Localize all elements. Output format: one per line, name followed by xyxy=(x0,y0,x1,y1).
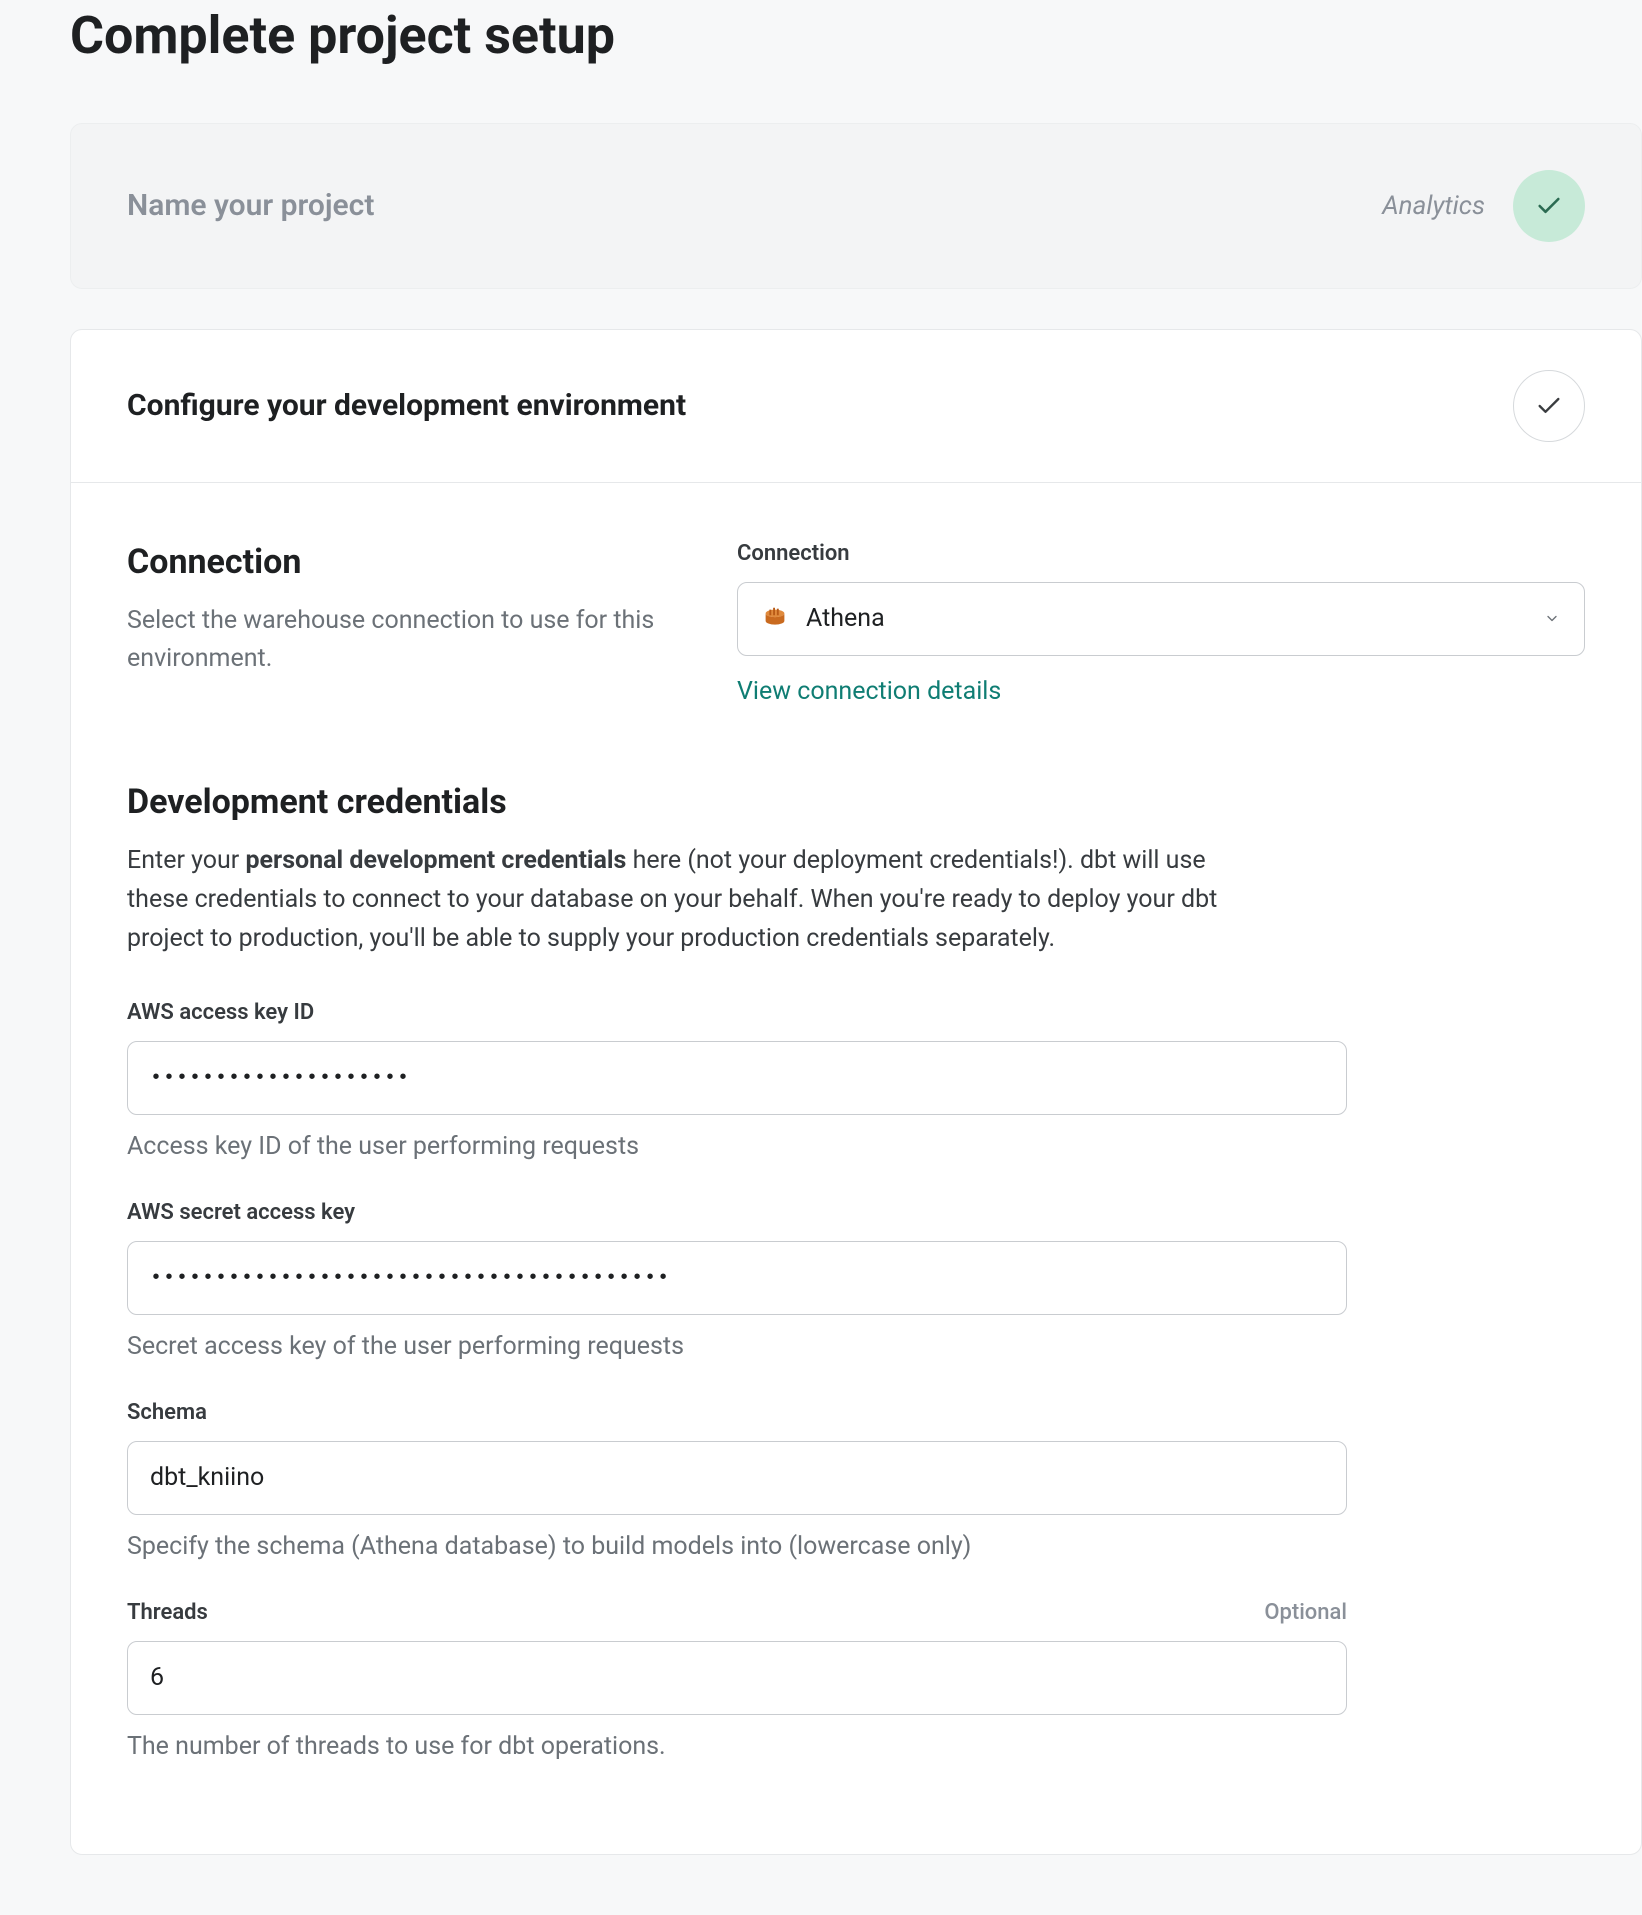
schema-group: Schema Specify the schema (Athena databa… xyxy=(127,1398,1347,1564)
access-key-group: AWS access key ID Access key ID of the u… xyxy=(127,998,1347,1164)
view-connection-details-link[interactable]: View connection details xyxy=(737,674,1001,709)
check-icon xyxy=(1513,370,1585,442)
chevron-down-icon xyxy=(1544,601,1560,636)
connection-selected-value: Athena xyxy=(806,601,885,636)
connection-select[interactable]: Athena xyxy=(737,582,1585,656)
connection-field-label: Connection xyxy=(737,539,1585,570)
threads-group: Threads Optional The number of threads t… xyxy=(127,1598,1347,1764)
connection-description: Select the warehouse connection to use f… xyxy=(127,602,697,677)
step2-heading: Configure your development environment xyxy=(127,385,686,427)
threads-input[interactable] xyxy=(127,1641,1347,1715)
secret-key-label: AWS secret access key xyxy=(127,1198,1347,1229)
schema-help: Specify the schema (Athena database) to … xyxy=(127,1529,1347,1564)
threads-help: The number of threads to use for dbt ope… xyxy=(127,1729,1347,1764)
athena-icon xyxy=(760,604,790,634)
access-key-help: Access key ID of the user performing req… xyxy=(127,1129,1347,1164)
threads-optional-tag: Optional xyxy=(1264,1598,1347,1629)
step-configure-env-panel: Configure your development environment C… xyxy=(70,329,1642,1855)
secret-key-help: Secret access key of the user performing… xyxy=(127,1329,1347,1364)
connection-title: Connection xyxy=(127,539,697,587)
secret-key-input[interactable] xyxy=(127,1241,1347,1315)
check-icon xyxy=(1513,170,1585,242)
access-key-label: AWS access key ID xyxy=(127,998,1347,1029)
step1-heading: Name your project xyxy=(127,185,374,227)
access-key-input[interactable] xyxy=(127,1041,1347,1115)
credentials-description: Enter your personal development credenti… xyxy=(127,842,1267,958)
threads-label: Threads xyxy=(127,1598,208,1629)
step-name-project-panel[interactable]: Name your project Analytics xyxy=(70,123,1642,289)
project-name-value: Analytics xyxy=(1382,188,1485,224)
step2-header[interactable]: Configure your development environment xyxy=(71,330,1641,482)
credentials-title: Development credentials xyxy=(127,779,1585,827)
credentials-section: Development credentials Enter your perso… xyxy=(127,779,1585,1764)
schema-label: Schema xyxy=(127,1398,1347,1429)
secret-key-group: AWS secret access key Secret access key … xyxy=(127,1198,1347,1364)
connection-section: Connection Select the warehouse connecti… xyxy=(127,539,1585,709)
page-title: Complete project setup xyxy=(70,0,1642,73)
schema-input[interactable] xyxy=(127,1441,1347,1515)
